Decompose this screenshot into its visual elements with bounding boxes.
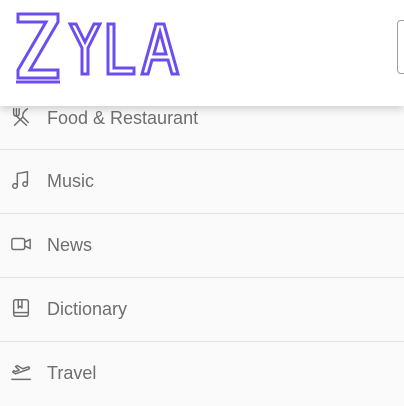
menu-item-label: Dictionary xyxy=(47,299,128,319)
book-icon xyxy=(10,297,32,319)
music-note-icon xyxy=(10,169,32,191)
menu-item-label: Food & Restaurant xyxy=(47,108,199,128)
menu-item-travel[interactable]: Travel xyxy=(0,342,404,406)
video-camera-icon xyxy=(10,233,32,255)
app-header xyxy=(0,0,404,106)
zyla-logo[interactable] xyxy=(14,8,189,86)
category-menu: Food & Restaurant Music News Dictionary … xyxy=(0,86,404,393)
menu-item-label: Travel xyxy=(47,363,97,383)
search-input[interactable] xyxy=(397,20,404,74)
fork-knife-icon xyxy=(10,106,32,128)
menu-item-music[interactable]: Music xyxy=(0,150,404,214)
airplane-takeoff-icon xyxy=(10,361,32,383)
menu-item-label: Music xyxy=(47,171,95,191)
menu-item-news[interactable]: News xyxy=(0,214,404,278)
menu-item-dictionary[interactable]: Dictionary xyxy=(0,278,404,342)
menu-item-label: News xyxy=(47,235,93,255)
